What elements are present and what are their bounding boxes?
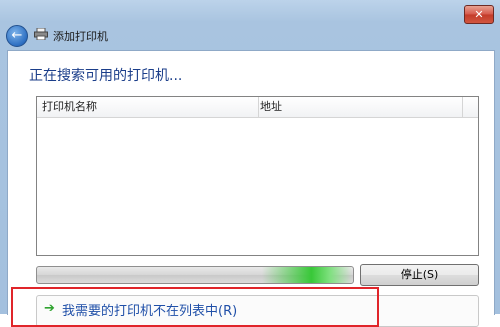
column-divider [462,97,463,117]
annotation-highlight-box [11,287,379,327]
close-icon: ✕ [474,8,484,21]
printer-icon [34,28,48,40]
search-progress-bar [36,266,354,284]
column-header-printer-name[interactable]: 打印机名称 [37,97,259,117]
list-header: 打印机名称 地址 [37,97,478,118]
close-button[interactable]: ✕ [464,5,494,24]
back-button[interactable]: ← [6,25,28,47]
window-title: 添加打印机 [53,30,108,43]
add-printer-window: ✕ ← 添加打印机 正在搜索可用的打印机... 打印机名称 地址 停止(S) ➔… [0,0,500,327]
printer-list[interactable]: 打印机名称 地址 [36,96,479,256]
progress-glow [262,267,352,283]
back-arrow-icon: ← [11,28,23,43]
page-heading: 正在搜索可用的打印机... [29,68,183,84]
column-header-address[interactable]: 地址 [260,97,282,117]
stop-button[interactable]: 停止(S) [360,264,479,286]
